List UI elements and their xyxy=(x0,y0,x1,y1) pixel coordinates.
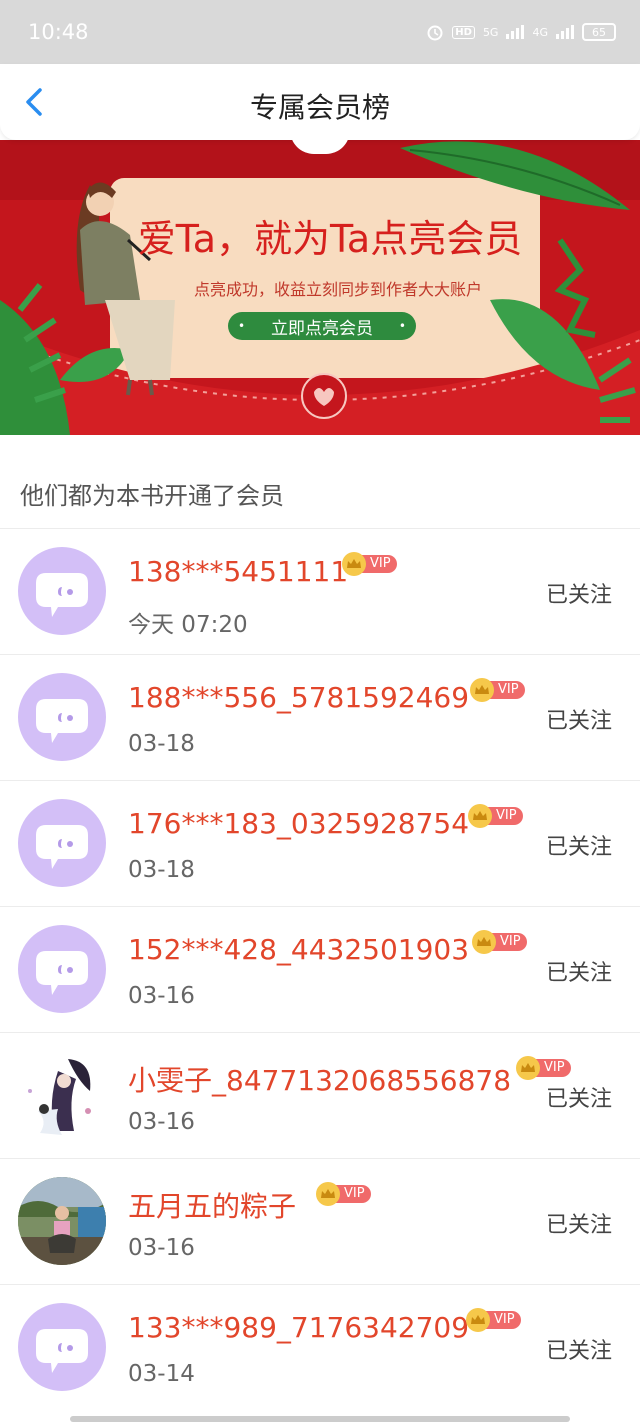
follow-status-button[interactable]: 已关注 xyxy=(546,577,612,609)
default-avatar-icon xyxy=(36,699,88,743)
member-name: 188***556_5781592469 xyxy=(128,681,470,714)
page-title: 专属会员榜 xyxy=(249,91,390,124)
member-row[interactable]: 五月五的粽子 VIP 03-16 已关注 xyxy=(0,1158,640,1284)
vip-badge: VIP xyxy=(316,1182,371,1206)
follow-status-button[interactable]: 已关注 xyxy=(546,703,612,735)
vip-badge: VIP xyxy=(342,552,397,576)
section-header: 他们都为本书开通了会员 xyxy=(0,448,640,528)
member-date: 03-18 xyxy=(128,857,195,883)
avatar[interactable] xyxy=(18,799,106,887)
alarm-icon xyxy=(427,25,443,41)
avatar[interactable] xyxy=(18,1177,106,1265)
nav-bar: 专属会员榜 xyxy=(0,64,640,140)
banner-title: 爱Ta，就为Ta点亮会员 xyxy=(137,217,523,261)
follow-status-button[interactable]: 已关注 xyxy=(546,1081,612,1113)
member-name: 五月五的粽子 xyxy=(128,1190,297,1223)
crown-icon xyxy=(470,678,494,702)
member-row[interactable]: 小雯子_8477132068556878 VIP 03-16 已关注 xyxy=(0,1032,640,1158)
member-name: 138***5451111 xyxy=(128,555,349,588)
member-list: 138***5451111 VIP 今天 07:20 已关注 188***556… xyxy=(0,528,640,1410)
vip-badge: VIP xyxy=(470,678,525,702)
crown-icon xyxy=(472,930,496,954)
promo-banner[interactable]: 爱Ta，就为Ta点亮会员 点亮成功，收益立刻同步到作者大大账户 立即点亮会员 xyxy=(0,140,640,435)
vip-badge: VIP xyxy=(516,1056,571,1080)
member-name: 152***428_4432501903 xyxy=(128,933,470,966)
avatar[interactable] xyxy=(18,1303,106,1391)
default-avatar-icon xyxy=(36,951,88,995)
follow-status-button[interactable]: 已关注 xyxy=(546,829,612,861)
avatar[interactable] xyxy=(18,547,106,635)
member-date: 03-16 xyxy=(128,983,195,1009)
member-row[interactable]: 176***183_0325928754 VIP 03-18 已关注 xyxy=(0,780,640,906)
status-bar: 10:48 HD 5G 4G 65 xyxy=(0,0,640,64)
member-row[interactable]: 188***556_5781592469 VIP 03-18 已关注 xyxy=(0,654,640,780)
member-date: 03-16 xyxy=(128,1109,195,1135)
default-avatar-icon xyxy=(36,825,88,869)
crown-icon xyxy=(316,1182,340,1206)
follow-status-button[interactable]: 已关注 xyxy=(546,955,612,987)
sim1-label: 5G xyxy=(482,25,499,39)
signal-icon xyxy=(506,25,525,39)
member-name: 133***989_7176342709 xyxy=(128,1311,470,1344)
vip-badge: VIP xyxy=(472,930,527,954)
section-title: 他们都为本书开通了会员 xyxy=(20,482,284,510)
avatar[interactable] xyxy=(18,1051,106,1139)
member-name: 小雯子_8477132068556878 xyxy=(128,1064,512,1097)
member-date: 今天 07:20 xyxy=(128,612,248,638)
illustration-avatar-icon xyxy=(18,1051,106,1139)
photo-avatar-icon xyxy=(18,1177,106,1265)
crown-icon xyxy=(466,1308,490,1332)
avatar[interactable] xyxy=(18,673,106,761)
status-icons: HD 5G 4G 65 xyxy=(426,23,616,41)
follow-status-button[interactable]: 已关注 xyxy=(546,1333,612,1365)
banner-subtitle: 点亮成功，收益立刻同步到作者大大账户 xyxy=(193,280,482,299)
avatar[interactable] xyxy=(18,925,106,1013)
sim2-label: 4G xyxy=(532,25,548,39)
member-date: 03-14 xyxy=(128,1361,195,1387)
hd-badge: HD xyxy=(452,25,475,39)
crown-icon xyxy=(468,804,492,828)
member-row[interactable]: 133***989_7176342709 VIP 03-14 已关注 xyxy=(0,1284,640,1410)
vip-badge: VIP xyxy=(466,1308,521,1332)
member-name: 176***183_0325928754 xyxy=(128,807,470,840)
crown-icon xyxy=(516,1056,540,1080)
member-row[interactable]: 138***5451111 VIP 今天 07:20 已关注 xyxy=(0,528,640,654)
member-row[interactable]: 152***428_4432501903 VIP 03-16 已关注 xyxy=(0,906,640,1032)
status-time: 10:48 xyxy=(28,20,89,44)
home-indicator xyxy=(70,1416,570,1422)
member-date: 03-16 xyxy=(128,1235,195,1261)
follow-status-button[interactable]: 已关注 xyxy=(546,1207,612,1239)
battery-icon: 65 xyxy=(582,23,616,41)
default-avatar-icon xyxy=(36,573,88,617)
crown-icon xyxy=(342,552,366,576)
signal-icon-2 xyxy=(556,25,574,39)
default-avatar-icon xyxy=(36,1329,88,1373)
vip-badge: VIP xyxy=(468,804,523,828)
member-date: 03-18 xyxy=(128,731,195,757)
light-up-membership-button[interactable]: 立即点亮会员 xyxy=(228,312,416,340)
